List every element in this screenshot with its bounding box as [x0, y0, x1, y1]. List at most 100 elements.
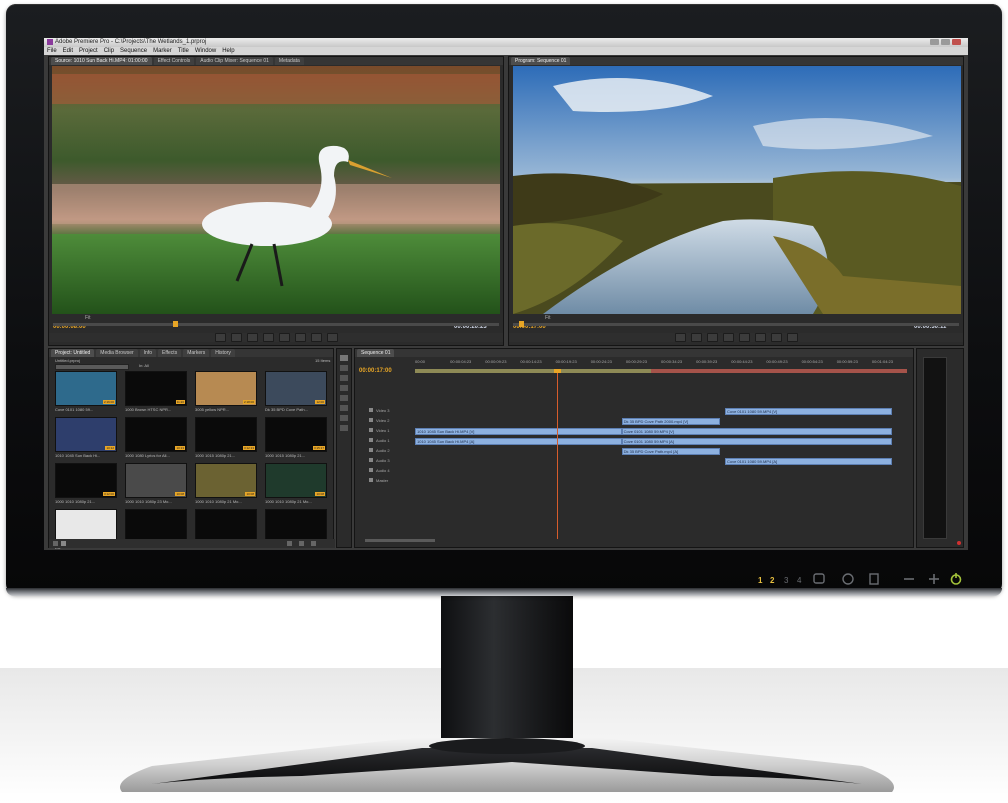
timeline-clip[interactable]: 1010 1045 Sun Back Hi.MP4 [A]	[415, 438, 622, 445]
insert-button[interactable]	[294, 333, 306, 342]
menu-window[interactable]: Window	[195, 47, 216, 55]
ripple-edit-tool-icon[interactable]	[340, 375, 348, 381]
refresh-icon[interactable]	[842, 573, 854, 585]
menu-file[interactable]: File	[47, 47, 57, 55]
timeline-clip[interactable]: Cove 0101 1080 59.MP4 [V]	[724, 408, 893, 415]
step-forward-button[interactable]	[278, 333, 290, 342]
monitor-input-button-1[interactable]: 1	[758, 576, 762, 585]
maximize-button[interactable]	[941, 39, 950, 45]
track-header[interactable]: Video 1	[359, 427, 417, 435]
icon-view-icon[interactable]	[61, 541, 66, 546]
timeline-zoom-scrollbar[interactable]	[365, 539, 435, 542]
plus-icon[interactable]	[929, 574, 939, 584]
menu-project[interactable]: Project	[79, 47, 98, 55]
project-clip-thumbnail[interactable]: 10:12	[55, 417, 117, 452]
track-header[interactable]: Master	[359, 477, 417, 485]
program-playhead[interactable]	[519, 321, 524, 327]
program-play-button[interactable]	[722, 333, 734, 342]
tab-sequence[interactable]: Sequence 01	[357, 349, 395, 357]
step-back-button[interactable]	[246, 333, 258, 342]
timeline-clip[interactable]: Dk 35 BPD Cove Path 2000.mp4 [V]	[621, 418, 721, 425]
source-scrub-bar[interactable]	[53, 321, 499, 327]
timeline-playhead-handle[interactable]	[554, 369, 561, 373]
program-mark-in-button[interactable]	[674, 333, 686, 342]
export-frame-button[interactable]	[326, 333, 338, 342]
track-header[interactable]: Audio 2	[359, 447, 417, 455]
project-clip-thumbnail[interactable]: 10:08	[195, 463, 257, 498]
power-icon[interactable]	[950, 573, 962, 585]
mark-in-button[interactable]	[214, 333, 226, 342]
tab-effects[interactable]: Effects	[158, 349, 182, 357]
tab-project[interactable]: Project: Untitled	[51, 349, 95, 357]
track-toggle-icon[interactable]	[369, 418, 373, 422]
timeline-playhead[interactable]	[557, 369, 558, 539]
tab-info[interactable]: Info	[139, 349, 156, 357]
track-toggle-icon[interactable]	[369, 448, 373, 452]
track-select-tool-icon[interactable]	[340, 365, 348, 371]
tab-metadata[interactable]: Metadata	[274, 57, 304, 65]
project-clip-thumbnail[interactable]: 2:16:00	[55, 371, 117, 406]
monitor-input-button-2[interactable]: 2	[770, 576, 774, 585]
track-toggle-icon[interactable]	[369, 438, 373, 442]
track-toggle-icon[interactable]	[369, 408, 373, 412]
menu-marker[interactable]: Marker	[153, 47, 172, 55]
program-step-back-button[interactable]	[706, 333, 718, 342]
project-search-input[interactable]	[55, 364, 129, 370]
track-header[interactable]: Audio 1	[359, 437, 417, 445]
project-clip-thumbnail[interactable]: 2:18:00	[195, 371, 257, 406]
play-button[interactable]	[262, 333, 274, 342]
menu-clip[interactable]: Clip	[104, 47, 114, 55]
track-header[interactable]: Video 3	[359, 407, 417, 415]
delete-icon[interactable]	[311, 541, 316, 546]
monitor-input-button-4[interactable]: 4	[797, 576, 801, 585]
zoom-tool-icon[interactable]	[340, 425, 348, 431]
new-bin-icon[interactable]	[287, 541, 292, 546]
search-scope-select[interactable]: In: All	[139, 363, 149, 368]
menu-icon[interactable]	[869, 573, 879, 585]
hand-tool-icon[interactable]	[340, 415, 348, 421]
project-clip-thumbnail[interactable]: 10:08	[265, 463, 327, 498]
program-fit-select[interactable]: Fit	[545, 315, 551, 321]
track-header[interactable]: Video 2	[359, 417, 417, 425]
program-mark-out-button[interactable]	[690, 333, 702, 342]
extract-button[interactable]	[770, 333, 782, 342]
new-item-icon[interactable]	[299, 541, 304, 546]
minimize-button[interactable]	[930, 39, 939, 45]
track-header[interactable]: Audio 4	[359, 467, 417, 475]
timeline-ruler[interactable]: 00:00 00:00:04:23 00:00:09:23 00:00:14:23 00…	[415, 357, 907, 381]
timeline-timecode[interactable]: 00:00:17:00	[359, 359, 392, 377]
track-toggle-icon[interactable]	[369, 468, 373, 472]
program-export-frame-button[interactable]	[786, 333, 798, 342]
mark-out-button[interactable]	[230, 333, 242, 342]
track-header[interactable]: Audio 3	[359, 457, 417, 465]
timeline-clip[interactable]: Cove 0101 1080 59.MP4 [A]	[621, 438, 893, 445]
lift-button[interactable]	[754, 333, 766, 342]
track-toggle-icon[interactable]	[369, 458, 373, 462]
program-scrub-bar[interactable]	[513, 321, 959, 327]
tab-effect-controls[interactable]: Effect Controls	[153, 57, 195, 65]
program-step-forward-button[interactable]	[738, 333, 750, 342]
project-clip-thumbnail[interactable]: 11:20	[125, 371, 187, 406]
overwrite-button[interactable]	[310, 333, 322, 342]
menu-title[interactable]: Title	[178, 47, 189, 55]
tab-program[interactable]: Program: Sequence 01	[511, 57, 571, 65]
list-view-icon[interactable]	[53, 541, 58, 546]
timeline-clip[interactable]: Cove 0101 1080 59.MP4 [A]	[724, 458, 893, 465]
tab-media-browser[interactable]: Media Browser	[96, 349, 138, 357]
close-button[interactable]	[952, 39, 961, 45]
project-clip-thumbnail[interactable]: 12:00	[265, 371, 327, 406]
slip-tool-icon[interactable]	[340, 395, 348, 401]
project-clip-thumbnail[interactable]: 3:12:00	[55, 463, 117, 498]
timeline-clip[interactable]: Cove 0101 1080 59.MP4 [V]	[621, 428, 893, 435]
tab-source[interactable]: Source: 1010 Sun Back Hi.MP4: 01:00:00	[51, 57, 152, 65]
timeline-clip[interactable]: 1010 1045 Sun Back Hi.MP4 [V]	[415, 428, 622, 435]
timeline-clip[interactable]: Dk 35 BPD Cove Path.mp4 [A]	[621, 448, 721, 455]
project-clip-thumbnail[interactable]: 10:13	[125, 417, 187, 452]
track-toggle-icon[interactable]	[369, 428, 373, 432]
source-playhead[interactable]	[173, 321, 178, 327]
tab-markers[interactable]: Markers	[183, 349, 210, 357]
input-source-icon[interactable]	[813, 573, 825, 584]
monitor-input-button-3[interactable]: 3	[784, 576, 788, 585]
pen-tool-icon[interactable]	[340, 405, 348, 411]
selection-tool-icon[interactable]	[340, 355, 348, 361]
